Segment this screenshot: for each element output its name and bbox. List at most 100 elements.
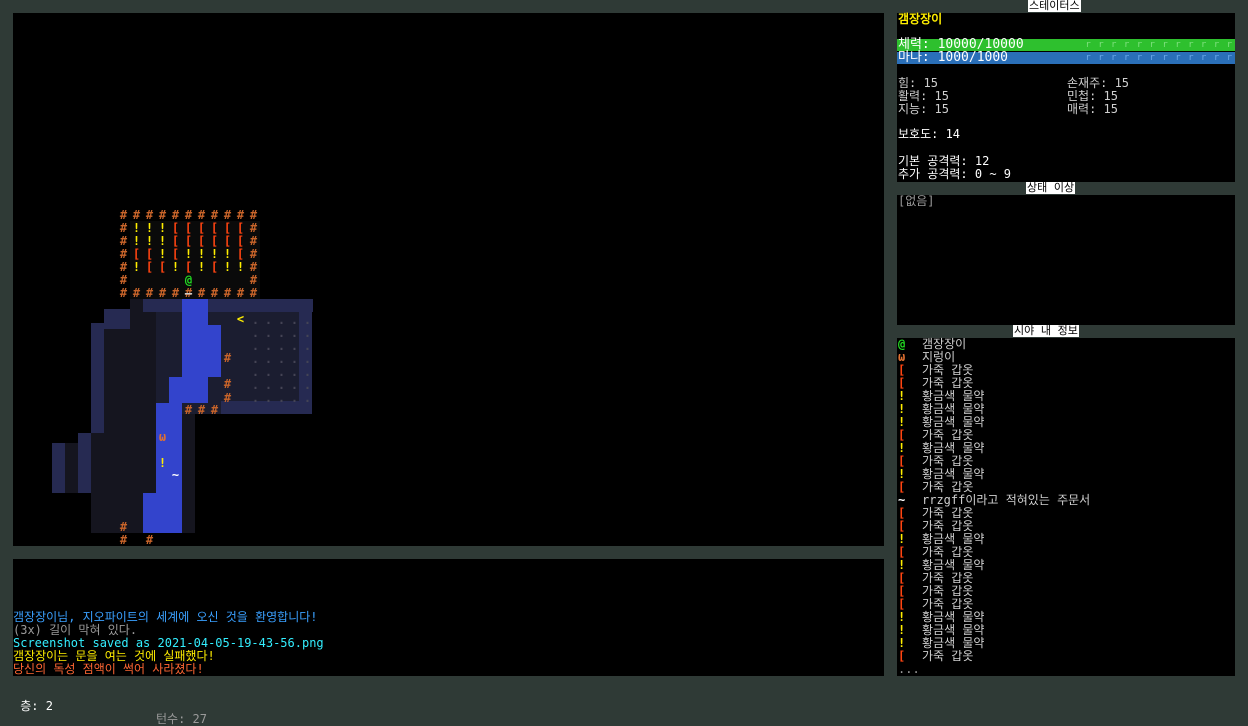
mp-bar-fill: r r r r r r r r r r r r [1085, 53, 1233, 63]
wall-tile: # [224, 351, 232, 365]
stat-bonus-attack: 추가 공격력: 0 ~ 9 [898, 167, 1011, 181]
floor-dot: · [304, 342, 311, 356]
armor-item: [ [211, 260, 218, 274]
wall-tile: # [120, 221, 128, 235]
wall-tile: # [120, 520, 128, 534]
armor-item: [ [172, 221, 179, 235]
wall-tile: # [172, 286, 180, 300]
wall-tile: # [250, 273, 258, 287]
cave-edge [91, 323, 104, 433]
potion-item: ! [211, 247, 218, 261]
wall-tile: # [250, 208, 258, 222]
sight-item-label: 황금색 물약 [922, 610, 985, 624]
floor-dot: · [291, 329, 298, 343]
floor-dot: · [252, 342, 259, 356]
wall-tile: # [211, 208, 219, 222]
floor-dot: · [291, 368, 298, 382]
floor-dot: · [278, 355, 285, 369]
potion-item: ! [224, 247, 231, 261]
sight-more: ... [898, 662, 920, 676]
armor-item: [ [224, 234, 231, 248]
potion-item: ! [133, 234, 140, 248]
wall-tile: # [120, 260, 128, 274]
floor-dot: · [304, 368, 311, 382]
floor-dot: · [291, 355, 298, 369]
sight-panel-title: 시야 내 정보 [1013, 324, 1079, 337]
armor-item: [ [146, 247, 153, 261]
floor-dot: · [278, 316, 285, 330]
sight-item-label: 가죽 갑옷 [922, 428, 974, 442]
wall-tile: # [211, 403, 219, 417]
potion-item: ! [185, 247, 192, 261]
potion-item: ! [237, 260, 244, 274]
sight-item-label: 가죽 갑옷 [922, 597, 974, 611]
wall-tile: # [237, 208, 245, 222]
sight-panel: 시야 내 정보 @ 갬장장이 ω 지렁이[가죽 갑옷[가죽 갑옷! 황금색 물약! 황금색… [897, 325, 1235, 676]
sight-item-label: 가죽 갑옷 [922, 571, 974, 585]
armor-item: [ [237, 247, 244, 261]
potion-item: ! [159, 247, 166, 261]
armor-item: [ [224, 221, 231, 235]
affliction-panel: 상태 이상 [없음] [897, 182, 1235, 325]
water-tile [195, 325, 221, 377]
wall-tile: # [198, 208, 206, 222]
floor-dot: · [265, 381, 272, 395]
status-panel: 스테이터스 갬장장이 체력: 10000/10000 r r r r r r r… [897, 0, 1235, 182]
sight-item-label: 가죽 갑옷 [922, 584, 974, 598]
sight-item-label: 가죽 갑옷 [922, 480, 974, 494]
map-canvas: ####################### ## ## ## ## #!!![[[[[… [52, 208, 313, 546]
armor-item: [ [146, 260, 153, 274]
wall-tile: # [120, 533, 128, 546]
sight-item-label: 가죽 갑옷 [922, 649, 974, 663]
stat-armor: 보호도: 14 [898, 127, 961, 141]
affliction-panel-title: 상태 이상 [1026, 181, 1076, 194]
wall-tile: # [133, 208, 141, 222]
sight-item-label: 황금색 물약 [922, 467, 985, 481]
floor-dot: · [252, 355, 259, 369]
floor-dot: · [265, 394, 272, 408]
floor-indicator: 층: 2 [20, 699, 53, 713]
stat-cha: 매력: 15 [1067, 102, 1118, 116]
player-name: 갬장장이 [898, 12, 943, 26]
wall-tile: # [146, 286, 154, 300]
armor-item: [ [172, 247, 179, 261]
message-line: 갬장장이님, 지오파이트의 세계에 오신 것을 환영합니다! [13, 610, 318, 624]
wall-tile: # [250, 286, 258, 300]
potion-item: ! [146, 234, 153, 248]
floor-dot: · [252, 316, 259, 330]
floor-dot: · [265, 368, 272, 382]
wall-tile: # [120, 286, 128, 300]
armor-item: [ [185, 234, 192, 248]
armor-item: [ [198, 221, 205, 235]
affliction-none: [없음] [898, 194, 935, 208]
sight-item-label: 가죽 갑옷 [922, 363, 974, 377]
potion-item: ! [159, 234, 166, 248]
armor-item: [ [185, 221, 192, 235]
dungeon-map[interactable]: # # # # # # # # # # # # # # # # # # # # # # # # # # # # # # # #!!![[[[[… [13, 13, 884, 546]
floor-dot: · [252, 394, 259, 408]
cave-edge [104, 309, 130, 329]
wall-tile: # [120, 234, 128, 248]
wall-tile: # [120, 273, 128, 287]
potion-item: ! [133, 221, 140, 235]
floor-dot: · [291, 342, 298, 356]
stat-int: 지능: 15 [898, 102, 949, 116]
floor-dot: · [252, 329, 259, 343]
armor-item: [ [133, 247, 140, 261]
wall-tile: # [198, 286, 206, 300]
message-lines: 갬장장이님, 지오파이트의 세계에 오신 것을 환영합니다! (3x) 길이 막혀… [13, 611, 884, 676]
armor-item: [ [185, 260, 192, 274]
wall-tile: # [146, 208, 154, 222]
wall-tile: # [250, 260, 258, 274]
wall-tile: # [211, 286, 219, 300]
floor-dot: · [291, 394, 298, 408]
mp-bar: 마나: 1000/1000 r r r r r r r r r r r r [897, 51, 1235, 64]
floor-dot: · [291, 316, 298, 330]
sight-item-label: 황금색 물약 [922, 441, 985, 455]
floor-dot: · [278, 342, 285, 356]
sight-item-label: 지렁이 [922, 350, 956, 364]
armor-item: [ [237, 221, 244, 235]
floor-dot: · [278, 329, 285, 343]
potion-item: ! [198, 247, 205, 261]
player-glyph: @ [185, 273, 192, 287]
